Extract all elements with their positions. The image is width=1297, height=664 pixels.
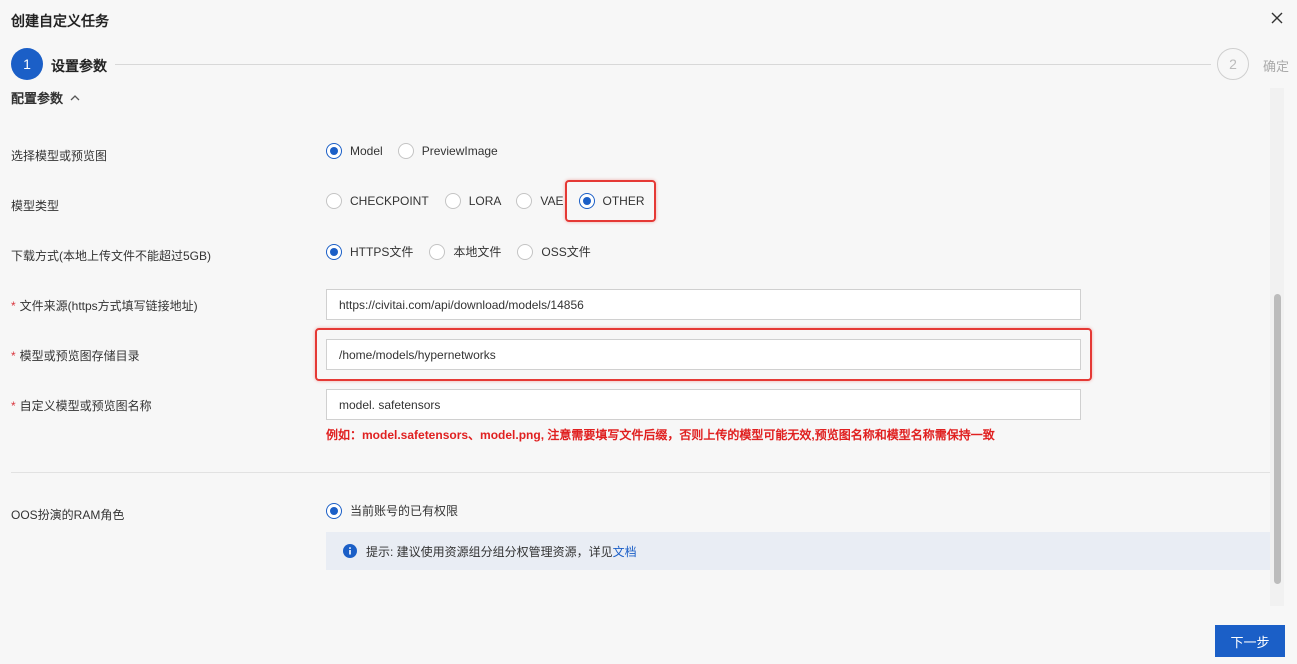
- resource-group-notice: 提示: 建议使用资源组分组分权管理资源，详见 文档: [326, 532, 1270, 570]
- custom-name-label-text: 自定义模型或预览图名称: [19, 399, 152, 413]
- radio-checkpoint-dot[interactable]: [326, 193, 342, 209]
- radio-vae[interactable]: VAE: [516, 193, 564, 209]
- section-divider: [11, 472, 1270, 473]
- step-2-label: 确定: [1262, 59, 1289, 74]
- storage-dir-label: * 模型或预览图存储目录: [11, 347, 140, 364]
- download-method-radio-group: HTTPS文件 本地文件 OSS文件: [326, 243, 591, 260]
- scrollbar-thumb[interactable]: [1274, 294, 1281, 584]
- section-header[interactable]: 配置参数: [11, 88, 81, 107]
- custom-name-label: * 自定义模型或预览图名称: [11, 397, 152, 414]
- info-icon: [343, 544, 357, 558]
- ram-role-radio-group: 当前账号的已有权限: [326, 502, 458, 519]
- radio-model-label: Model: [350, 144, 383, 158]
- radio-other-dot[interactable]: [578, 193, 595, 209]
- model-type-label: 模型类型: [11, 199, 60, 213]
- dialog-title: 创建自定义任务: [11, 13, 109, 29]
- chevron-up-icon[interactable]: [69, 92, 81, 104]
- model-type-radio-group: CHECKPOINT LORA VAE OTHER: [326, 193, 645, 209]
- notice-text: 提示: 建议使用资源组分组分权管理资源，详见: [366, 544, 613, 559]
- radio-vae-dot[interactable]: [516, 193, 533, 209]
- step-2-number: 2: [1217, 48, 1249, 80]
- close-icon[interactable]: [1269, 10, 1285, 26]
- step-1-number: 1: [11, 48, 43, 80]
- file-source-label-text: 文件来源(https方式填写链接地址): [19, 299, 198, 313]
- custom-name-hint: 例如：model.safetensors、model.png, 注意需要填写文件…: [326, 428, 995, 442]
- radio-local-file[interactable]: 本地文件: [429, 243, 501, 260]
- form-scrollbar[interactable]: [1270, 88, 1284, 606]
- radio-lora-dot[interactable]: [444, 193, 461, 209]
- radio-model-dot[interactable]: [326, 143, 342, 159]
- select-type-label: 选择模型或预览图: [11, 149, 108, 163]
- step-connector: [115, 64, 1211, 65]
- radio-other-label: OTHER: [602, 194, 645, 208]
- step-1-label: 设置参数: [51, 58, 107, 74]
- radio-local-file-label: 本地文件: [453, 245, 502, 259]
- file-source-label: * 文件来源(https方式填写链接地址): [11, 297, 198, 314]
- radio-preview-image[interactable]: PreviewImage: [397, 143, 498, 159]
- radio-model[interactable]: Model: [326, 143, 383, 159]
- radio-local-file-dot[interactable]: [429, 243, 446, 260]
- radio-other[interactable]: OTHER: [578, 193, 645, 209]
- select-type-radio-group: Model PreviewImage: [326, 143, 498, 159]
- radio-current-account-permission-dot[interactable]: [326, 502, 342, 519]
- radio-https-file[interactable]: HTTPS文件: [326, 243, 413, 260]
- file-source-input[interactable]: https://civitai.com/api/download/models/…: [326, 289, 1081, 320]
- radio-https-file-dot[interactable]: [326, 243, 342, 260]
- required-mark: *: [11, 299, 16, 313]
- ram-role-label: OOS扮演的RAM角色: [11, 508, 125, 522]
- form-scroll-area: 配置参数 选择模型或预览图 Model PreviewImage 模型类型 CH…: [0, 82, 1270, 610]
- download-method-label: 下载方式(本地上传文件不能超过5GB): [11, 249, 212, 263]
- radio-vae-label: VAE: [540, 194, 564, 208]
- radio-current-account-permission-label: 当前账号的已有权限: [350, 504, 459, 518]
- radio-checkpoint-label: CHECKPOINT: [350, 194, 429, 208]
- radio-current-account-permission[interactable]: 当前账号的已有权限: [326, 502, 458, 519]
- docs-link[interactable]: 文档: [613, 543, 637, 560]
- section-title: 配置参数: [11, 91, 64, 106]
- step-indicator: 1 设置参数 2 确定: [11, 48, 1289, 80]
- radio-preview-image-dot[interactable]: [397, 143, 414, 159]
- storage-dir-label-text: 模型或预览图存储目录: [19, 349, 140, 363]
- required-mark: *: [11, 349, 16, 363]
- required-mark: *: [11, 399, 16, 413]
- radio-checkpoint[interactable]: CHECKPOINT: [326, 193, 429, 209]
- custom-name-input[interactable]: model. safetensors: [326, 389, 1081, 420]
- next-step-button[interactable]: 下一步: [1215, 625, 1285, 657]
- radio-oss-file-dot[interactable]: [517, 243, 534, 260]
- radio-oss-file[interactable]: OSS文件: [517, 243, 591, 260]
- storage-dir-input[interactable]: /home/models/hypernetworks: [326, 339, 1081, 370]
- radio-lora[interactable]: LORA: [444, 193, 502, 209]
- radio-lora-label: LORA: [468, 194, 502, 208]
- radio-oss-file-label: OSS文件: [541, 245, 591, 259]
- radio-preview-image-label: PreviewImage: [421, 144, 498, 158]
- radio-https-file-label: HTTPS文件: [350, 245, 414, 259]
